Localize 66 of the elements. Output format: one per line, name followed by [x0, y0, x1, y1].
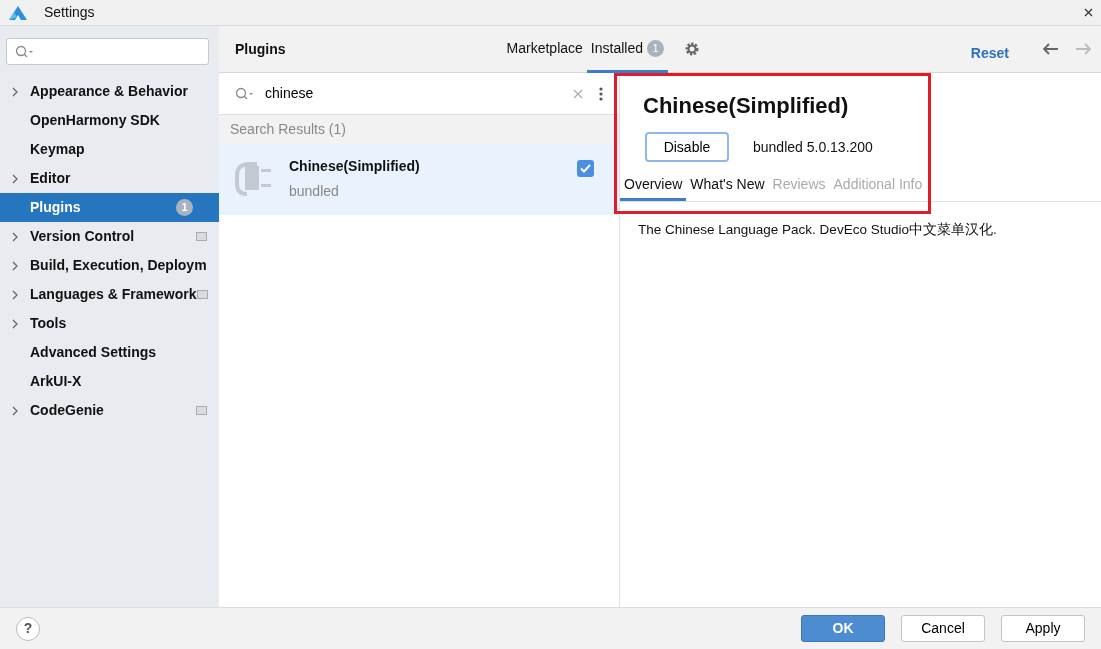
- sidebar-label: Appearance & Behavior: [30, 82, 188, 101]
- disable-button[interactable]: Disable: [645, 132, 729, 162]
- sidebar-item[interactable]: Keymap: [0, 135, 219, 164]
- help-button[interactable]: ?: [16, 616, 40, 641]
- chevron-icon[interactable]: [12, 86, 18, 97]
- app-logo-icon: [8, 4, 28, 21]
- sidebar-item[interactable]: Tools: [0, 309, 219, 338]
- count-badge: 1: [176, 199, 193, 216]
- plugin-source: bundled: [289, 182, 340, 201]
- chevron-icon[interactable]: [12, 231, 18, 242]
- plugin-checkbox[interactable]: [577, 159, 594, 177]
- disabled-tab-label: Reviews: [771, 175, 827, 194]
- dialog-button[interactable]: Cancel: [901, 615, 985, 642]
- dialog-button[interactable]: OK: [801, 615, 885, 642]
- sidebar-label: Build, Execution, Deploym: [30, 256, 207, 275]
- search-field[interactable]: [6, 38, 209, 65]
- settings-page-icon: [196, 406, 207, 415]
- chevron-icon[interactable]: [12, 260, 18, 271]
- sidebar-label: ArkUI-X: [30, 372, 82, 391]
- count-badge: 1: [647, 39, 664, 57]
- sidebar-label: Version Control: [30, 227, 135, 246]
- plugin-description: The Chinese Language Pack. DevEco Studio中文菜单汉化.: [638, 222, 997, 237]
- sidebar-item[interactable]: OpenHarmony SDK: [0, 106, 219, 135]
- chevron-icon[interactable]: [12, 173, 18, 184]
- sidebar-label: Plugins: [30, 198, 81, 217]
- back-arrow-icon[interactable]: [1043, 43, 1059, 55]
- search-icon: [15, 44, 35, 59]
- detail-tab[interactable]: Overview: [620, 171, 687, 201]
- sidebar-item[interactable]: CodeGenie: [0, 396, 219, 425]
- checkmark-icon: [580, 163, 591, 173]
- sidebar-item[interactable]: Appearance & Behavior: [0, 77, 219, 106]
- close-icon[interactable]: [1084, 8, 1093, 17]
- sidebar-item[interactable]: ArkUI-X: [0, 367, 219, 396]
- sidebar-label: Tools: [30, 314, 67, 333]
- results-heading: Search Results (1): [230, 119, 346, 139]
- reset-link[interactable]: Reset: [970, 42, 1009, 64]
- sidebar-label: Keymap: [30, 140, 85, 159]
- chevron-icon[interactable]: [12, 289, 18, 300]
- panel-title: Plugins: [235, 39, 286, 59]
- detail-tab[interactable]: What's New: [686, 171, 769, 201]
- plugin-title: Chinese(Simplified): [643, 93, 849, 118]
- plugin-name: Chinese(Simplified): [289, 157, 420, 176]
- tab[interactable]: Marketplace: [502, 26, 587, 73]
- sidebar-item[interactable]: Languages & Framework: [0, 280, 219, 309]
- sidebar-label: CodeGenie: [30, 401, 104, 420]
- sidebar-item[interactable]: Editor: [0, 164, 219, 193]
- sidebar-label: OpenHarmony SDK: [30, 111, 160, 130]
- sidebar-label: Languages & Framework: [30, 285, 197, 304]
- version-text: bundled 5.0.13.200: [753, 137, 873, 157]
- window-title: Settings: [44, 3, 95, 22]
- sidebar-item[interactable]: Version Control: [0, 222, 219, 251]
- plugin-list-item[interactable]: Chinese(Simplified) bundled: [219, 143, 619, 215]
- chevron-icon[interactable]: [12, 318, 18, 329]
- search-icon: [235, 86, 255, 101]
- settings-page-icon: [196, 290, 208, 299]
- settings-icon[interactable]: [684, 41, 700, 57]
- settings-page-icon: [196, 232, 207, 241]
- chevron-icon[interactable]: [12, 405, 18, 416]
- disabled-tab-label: Additional Info: [832, 175, 924, 194]
- sidebar-item[interactable]: Advanced Settings: [0, 338, 219, 367]
- more-options-icon[interactable]: [599, 86, 603, 101]
- dialog-button[interactable]: Apply: [1001, 615, 1085, 642]
- sidebar-item[interactable]: Build, Execution, Deploym: [0, 251, 219, 280]
- sidebar-label: Advanced Settings: [30, 343, 157, 362]
- sidebar-label: Editor: [30, 169, 71, 188]
- sidebar-item[interactable]: Plugins 1: [0, 193, 219, 222]
